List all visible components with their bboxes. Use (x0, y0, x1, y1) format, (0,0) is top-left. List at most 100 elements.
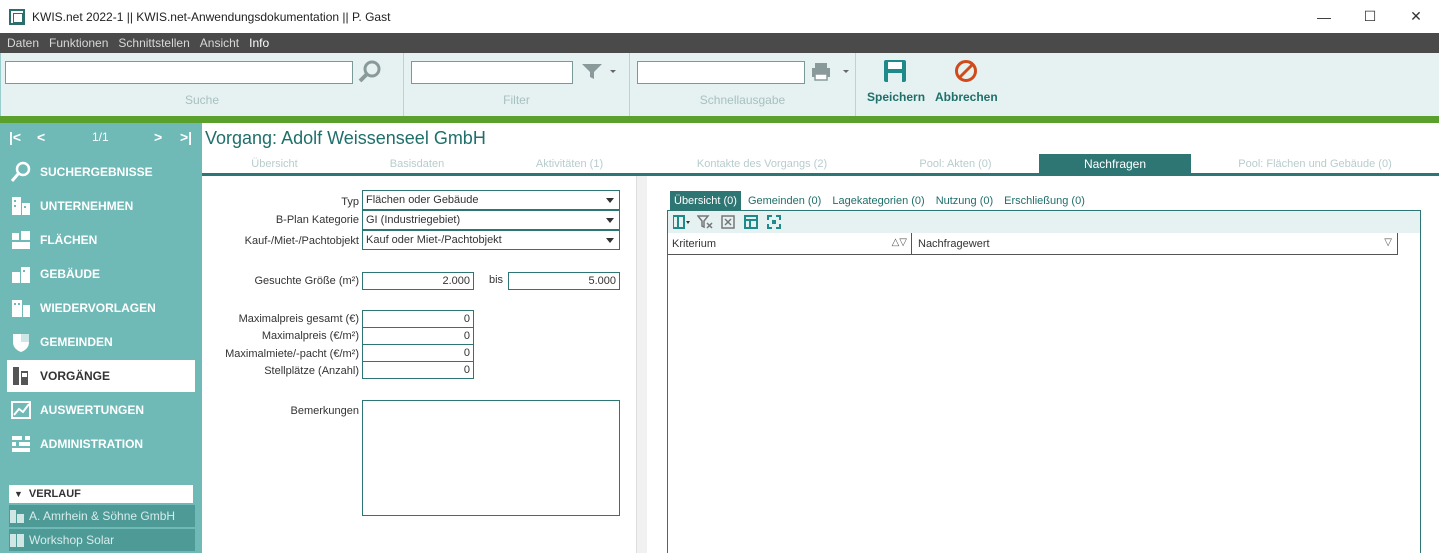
area-icon (9, 532, 25, 548)
bplan-value: GI (Industriegebiet) (366, 214, 461, 226)
bemerkungen-textarea[interactable] (362, 400, 620, 516)
columns-icon[interactable] (672, 214, 692, 230)
subtab-lagekategorien[interactable]: Lagekategorien (0) (828, 191, 928, 210)
tab-aktivitaeten[interactable]: Aktivitäten (1) (487, 154, 652, 173)
verlauf-item-label: Workshop Solar (29, 533, 115, 547)
nav-label: UNTERNEHMEN (40, 199, 134, 213)
kauf-label: Kauf-/Miet-/Pachtobjekt (244, 235, 359, 247)
filter-input[interactable] (411, 61, 573, 84)
nav-gemeinden[interactable]: GEMEINDEN (7, 326, 195, 358)
quick-output-input[interactable] (637, 61, 805, 84)
pager-first-button[interactable]: |< (9, 129, 21, 145)
menu-funktionen[interactable]: Funktionen (49, 36, 108, 50)
typ-select[interactable]: Flächen oder Gebäude (362, 190, 620, 210)
menu-bar: Daten Funktionen Schnittstellen Ansicht … (0, 33, 1439, 53)
filter-icon[interactable]: ▽ (1384, 237, 1392, 248)
nav-label: GEBÄUDE (40, 267, 101, 281)
tab-nachfragen[interactable]: Nachfragen (1039, 154, 1191, 173)
tab-basisdaten[interactable]: Basisdaten (347, 154, 487, 173)
subtab-erschliessung[interactable]: Erschließung (0) (1000, 191, 1089, 210)
verlauf-item-label: A. Amrhein & Söhne GmbH (29, 509, 176, 523)
search-icon[interactable] (357, 59, 383, 88)
verlauf-item[interactable]: Workshop Solar (9, 529, 195, 551)
menu-schnittstellen[interactable]: Schnittstellen (118, 36, 189, 50)
chart-icon (10, 399, 32, 421)
printer-icon[interactable] (810, 62, 850, 85)
area-icon (10, 229, 32, 251)
subtab-gemeinden[interactable]: Gemeinden (0) (744, 191, 825, 210)
chevron-down-icon (606, 238, 614, 243)
pager-next-button[interactable]: > (154, 129, 162, 145)
save-button[interactable]: Speichern (867, 57, 926, 104)
menu-info[interactable]: Info (249, 36, 269, 50)
window-title: KWIS.net 2022-1 || KWIS.net-Anwendungsdo… (32, 9, 391, 24)
tab-uebersicht[interactable]: Übersicht (202, 154, 347, 173)
menu-ansicht[interactable]: Ansicht (200, 36, 239, 50)
stellplaetze-input[interactable]: 0 (362, 361, 474, 379)
groesse-label: Gesuchte Größe (m²) (254, 275, 359, 287)
save-label: Speichern (867, 90, 926, 104)
criteria-grid: Kriterium △▽ Nachfragewert ▽ (667, 210, 1421, 553)
groesse-from-input[interactable]: 2.000 (362, 272, 474, 290)
max-preis-input[interactable]: 0 (362, 327, 474, 345)
filter-icon[interactable] (580, 62, 616, 83)
close-button[interactable]: ✕ (1393, 0, 1439, 33)
nav-vorgaenge[interactable]: VORGÄNGE (7, 360, 195, 392)
typ-value: Flächen oder Gebäude (366, 194, 479, 206)
max-gesamt-label: Maximalpreis gesamt (€) (238, 313, 359, 325)
pager-prev-button[interactable]: < (37, 129, 45, 145)
folder-icon (10, 365, 32, 387)
verlauf-item[interactable]: A. Amrhein & Söhne GmbH (9, 505, 195, 527)
panel-divider[interactable] (637, 176, 647, 553)
nav-unternehmen[interactable]: UNTERNEHMEN (7, 190, 195, 222)
pager-last-button[interactable]: >| (180, 129, 192, 145)
bplan-label: B-Plan Kategorie (275, 214, 359, 226)
cancel-button[interactable]: Abbrechen (935, 57, 998, 104)
verlauf-title: VERLAUF (28, 488, 81, 500)
search-input[interactable] (5, 61, 353, 84)
layout-icon[interactable] (741, 214, 761, 230)
expand-icon[interactable] (764, 214, 784, 230)
chevron-down-icon: ▼ (14, 489, 23, 499)
page-title: Vorgang: Adolf Weissenseel GmbH (205, 128, 486, 148)
max-gesamt-input[interactable]: 0 (362, 310, 474, 328)
nav-suchergebnisse[interactable]: SUCHERGEBNISSE (7, 156, 195, 188)
nav-label: AUSWERTUNGEN (40, 403, 144, 417)
chevron-down-icon (606, 218, 614, 223)
bplan-select[interactable]: GI (Industriegebiet) (362, 210, 620, 230)
accent-bar (0, 116, 1439, 123)
filter-group: Filter (404, 53, 630, 116)
menu-daten[interactable]: Daten (7, 36, 39, 50)
max-miete-input[interactable]: 0 (362, 344, 474, 362)
nav-label: WIEDERVORLAGEN (40, 301, 156, 315)
subtab-uebersicht[interactable]: Übersicht (0) (670, 191, 741, 210)
nav-gebaeude[interactable]: GEBÄUDE (7, 258, 195, 290)
tab-kontakte[interactable]: Kontakte des Vorgangs (2) (652, 154, 872, 173)
clear-filter-icon[interactable] (695, 214, 715, 230)
kauf-value: Kauf oder Miet-/Pachtobjekt (366, 234, 502, 246)
nav-administration[interactable]: ADMINISTRATION (7, 428, 195, 460)
nav-flaechen[interactable]: FLÄCHEN (7, 224, 195, 256)
search-icon (10, 161, 32, 183)
verlauf-header[interactable]: ▼ VERLAUF (9, 485, 193, 503)
nav-wiedervorlagen[interactable]: WIEDERVORLAGEN (7, 292, 195, 324)
kauf-select[interactable]: Kauf oder Miet-/Pachtobjekt (362, 230, 620, 250)
tab-pool-akten[interactable]: Pool: Akten (0) (872, 154, 1039, 173)
column-kriterium[interactable]: Kriterium △▽ (672, 233, 912, 255)
title-bar: KWIS.net 2022-1 || KWIS.net-Anwendungsdo… (0, 0, 1439, 33)
max-miete-label: Maximalmiete/-pacht (€/m²) (225, 348, 359, 360)
bis-label: bis (489, 274, 504, 286)
request-form: Typ Flächen oder Gebäude B-Plan Kategori… (202, 176, 637, 553)
subtab-nutzung[interactable]: Nutzung (0) (932, 191, 997, 210)
settings-icon (10, 433, 32, 455)
minimize-button[interactable]: — (1301, 0, 1347, 33)
nav-label: SUCHERGEBNISSE (40, 165, 153, 179)
sort-filter-icon[interactable]: △▽ (892, 237, 907, 248)
column-nachfragewert[interactable]: Nachfragewert ▽ (918, 233, 1396, 255)
groesse-to-input[interactable]: 5.000 (508, 272, 620, 290)
export-icon[interactable] (718, 214, 738, 230)
nav-auswertungen[interactable]: AUSWERTUNGEN (7, 394, 195, 426)
grid-header: Kriterium △▽ Nachfragewert ▽ (668, 233, 1398, 255)
tab-pool-flaechen[interactable]: Pool: Flächen und Gebäude (0) (1191, 154, 1439, 173)
maximize-button[interactable]: ☐ (1347, 0, 1393, 33)
